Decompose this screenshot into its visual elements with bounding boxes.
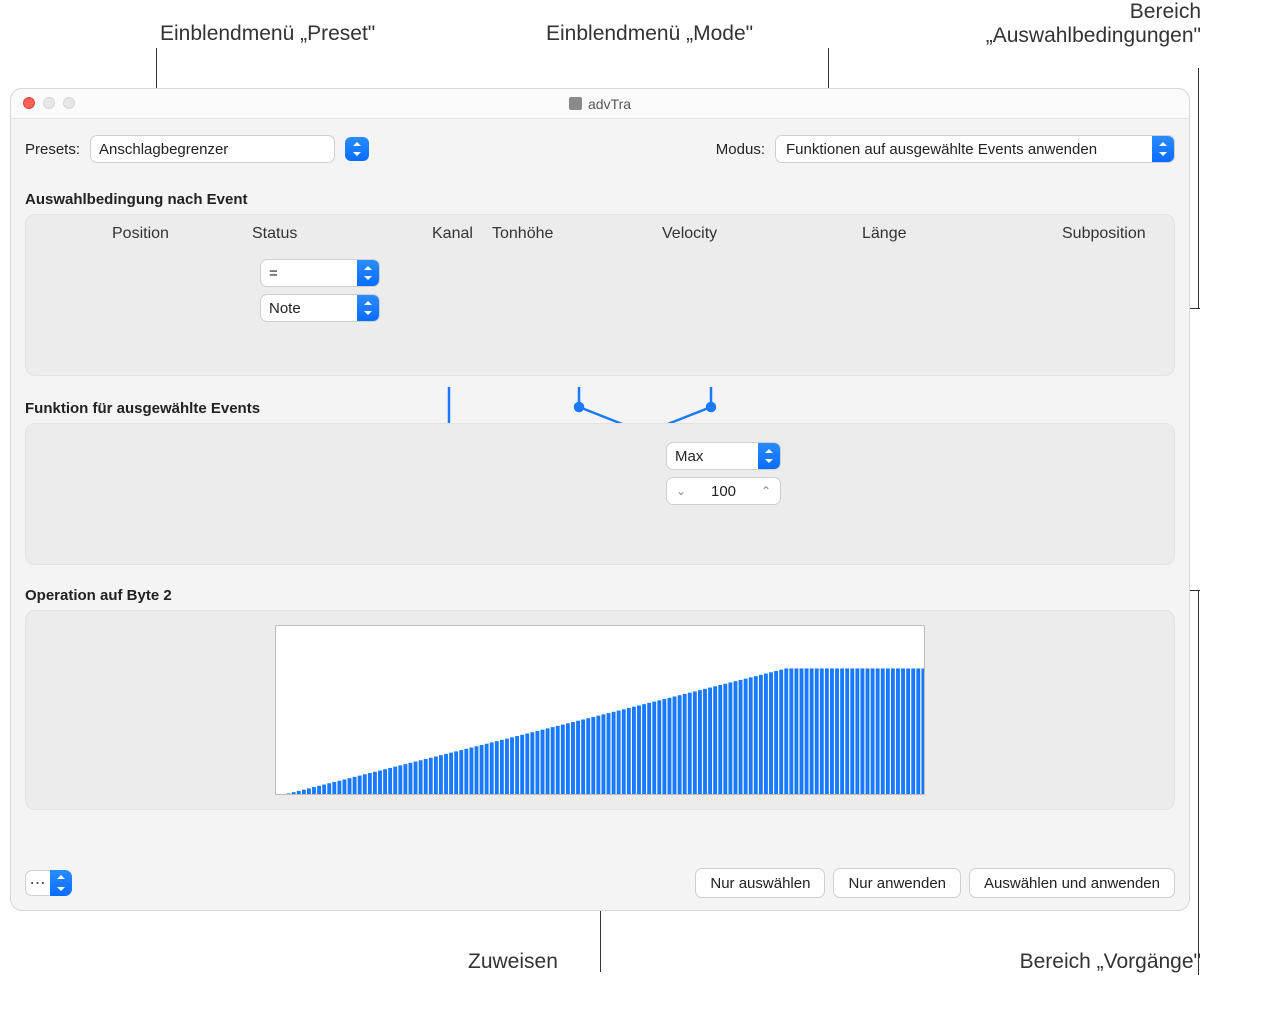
velocity-op-value: Max [675, 448, 703, 465]
byte-panel [25, 610, 1175, 810]
close-icon[interactable] [23, 97, 35, 109]
select-only-button[interactable]: Nur auswählen [695, 868, 825, 898]
callout-line [1198, 68, 1199, 308]
titlebar: advTra [11, 89, 1189, 119]
apply-only-button[interactable]: Nur anwenden [833, 868, 961, 898]
mode-label: Modus: [716, 141, 765, 158]
col-lange: Länge [752, 225, 962, 243]
apply-only-label: Nur anwenden [848, 875, 946, 892]
callout-line [1198, 590, 1199, 975]
presets-label: Presets: [25, 141, 80, 158]
callout-line [1190, 590, 1200, 591]
callout-line [1190, 308, 1200, 309]
col-tonhohe: Tonhöhe [492, 225, 622, 243]
window-icon [569, 97, 582, 110]
col-position: Position [42, 225, 212, 243]
select-and-apply-button[interactable]: Auswählen und anwenden [969, 868, 1175, 898]
col-kanal: Kanal [372, 225, 492, 243]
chevron-updown-icon [1152, 136, 1174, 162]
select-and-apply-label: Auswählen und anwenden [984, 875, 1160, 892]
chevron-down-icon[interactable]: ⌄ [669, 484, 693, 498]
mode-value: Funktionen auf ausgewählte Events anwend… [786, 141, 1125, 158]
byte2-chart [275, 625, 925, 795]
col-status: Status [212, 225, 372, 243]
func-panel: Max ⌄ 100 ⌃ [25, 423, 1175, 565]
callout-ops: Bereich „Vorgänge" [1020, 950, 1201, 974]
cond-panel: Position Status Kanal Tonhöhe Velocity L… [25, 214, 1175, 376]
status-operator-select[interactable]: = [260, 259, 380, 287]
section-func-title: Funktion für ausgewählte Events [25, 400, 1175, 417]
velocity-op-select[interactable]: Max [666, 442, 781, 470]
actions-menu-button[interactable]: ⋯ [25, 870, 51, 896]
section-cond-title: Auswahlbedingung nach Event [25, 191, 1175, 208]
velocity-value: 100 [711, 483, 736, 500]
callout-mode: Einblendmenü „Mode" [546, 22, 753, 46]
callout-preset: Einblendmenü „Preset" [160, 22, 375, 46]
preset-dropdown-button[interactable] [345, 137, 369, 161]
mode-select[interactable]: Funktionen auf ausgewählte Events anwend… [775, 135, 1175, 163]
velocity-stepper[interactable]: ⌄ 100 ⌃ [666, 477, 781, 505]
chevron-updown-icon [357, 260, 379, 286]
minimize-icon[interactable] [43, 97, 55, 109]
status-value-select[interactable]: Note [260, 294, 380, 322]
window-title: advTra [588, 96, 631, 112]
callout-assign: Zuweisen [468, 950, 558, 974]
status-operator-value: = [269, 265, 278, 282]
section-byte-title: Operation auf Byte 2 [25, 587, 1175, 604]
chevron-updown-icon [357, 295, 379, 321]
col-velocity: Velocity [622, 225, 752, 243]
preset-field[interactable]: Anschlagbegrenzer [90, 135, 335, 163]
window: advTra Presets: Anschlagbegrenzer Modus:… [10, 88, 1190, 911]
maximize-icon[interactable] [63, 97, 75, 109]
actions-menu-dropdown[interactable] [50, 870, 72, 896]
select-only-label: Nur auswählen [710, 875, 810, 892]
callout-selcond: Bereich „Auswahlbedingungen" [986, 0, 1201, 48]
chevron-updown-icon [758, 443, 780, 469]
col-subposition: Subposition [962, 225, 1182, 243]
preset-value: Anschlagbegrenzer [99, 141, 228, 158]
chevron-up-icon[interactable]: ⌃ [754, 484, 778, 498]
status-value: Note [269, 300, 301, 317]
